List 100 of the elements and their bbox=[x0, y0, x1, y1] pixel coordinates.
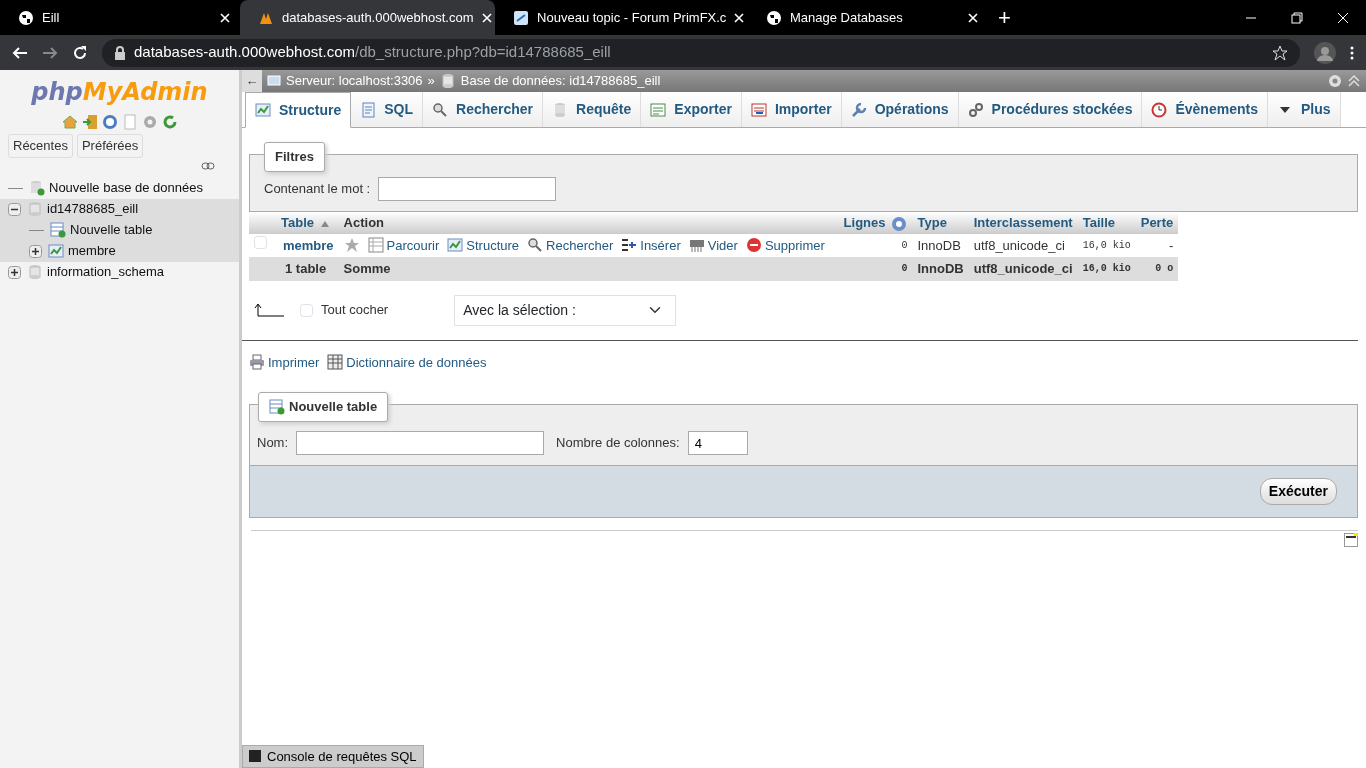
close-icon[interactable] bbox=[734, 12, 745, 23]
home-icon[interactable] bbox=[61, 114, 78, 130]
tab[interactable]: SQL bbox=[351, 92, 423, 127]
column-header[interactable]: Lignes bbox=[838, 212, 913, 234]
table-cell: 16,0 kio bbox=[1077, 257, 1136, 281]
insert-icon bbox=[621, 237, 638, 254]
table-cell: 0 bbox=[838, 233, 913, 257]
tab[interactable]: Structure bbox=[245, 92, 352, 128]
browser-tab[interactable]: Manage Databases bbox=[748, 0, 988, 35]
console-icon bbox=[249, 750, 261, 763]
restore-icon[interactable] bbox=[1289, 10, 1305, 26]
document-icon bbox=[360, 101, 377, 118]
tab[interactable]: Requête bbox=[543, 92, 642, 127]
link[interactable]: Imprimer bbox=[249, 352, 320, 372]
sidebar-button[interactable]: Préférées bbox=[76, 134, 144, 158]
input-field[interactable]: 4 bbox=[687, 431, 748, 455]
tab[interactable]: Exporter bbox=[641, 92, 742, 127]
breadcrumb-link[interactable]: Serveur: localhost:3306 bbox=[286, 71, 423, 91]
browser-tab[interactable]: Nouveau topic - Forum PrimFX.c bbox=[495, 0, 748, 35]
tree-item[interactable]: Nouvelle table bbox=[70, 220, 153, 240]
submit-button[interactable]: Exécuter bbox=[1259, 478, 1337, 505]
logo-text[interactable]: phpMyAdmin bbox=[31, 78, 208, 106]
column-header[interactable]: Type bbox=[912, 212, 969, 234]
input-field[interactable] bbox=[296, 431, 545, 455]
table-cell: InnoDB bbox=[912, 233, 969, 257]
tree-item[interactable]: information_schema bbox=[47, 262, 165, 282]
exit-icon[interactable] bbox=[81, 114, 98, 130]
close-icon[interactable] bbox=[1335, 10, 1351, 26]
favorite-star-icon[interactable] bbox=[343, 237, 360, 254]
tab[interactable]: Évènements bbox=[1142, 92, 1268, 127]
column-header[interactable]: Perte bbox=[1135, 212, 1179, 234]
chart-icon bbox=[48, 243, 64, 259]
tab[interactable]: Rechercher bbox=[423, 92, 544, 127]
table-name-link[interactable]: membre bbox=[283, 235, 334, 255]
browser-tab[interactable]: Eill bbox=[0, 0, 240, 35]
address-bar[interactable]: databases-auth.000webhost.com/db_structure.php?db=id14788685_eill bbox=[102, 38, 1300, 67]
new-tab-button[interactable]: + bbox=[988, 0, 1228, 35]
database-icon bbox=[27, 264, 43, 280]
checkbox[interactable] bbox=[300, 303, 313, 317]
tab[interactable]: Procédures stockées bbox=[958, 92, 1143, 127]
table-cell: 0 bbox=[838, 257, 913, 281]
column-header[interactable]: Interclassement bbox=[968, 212, 1078, 234]
avatar-icon[interactable] bbox=[1314, 41, 1336, 64]
action-link[interactable]: Structure bbox=[447, 235, 520, 255]
grid-icon bbox=[367, 237, 384, 254]
table-plus-icon bbox=[50, 222, 66, 238]
database-plus-icon bbox=[29, 180, 45, 196]
close-icon[interactable] bbox=[968, 12, 978, 23]
chart-icon bbox=[447, 237, 464, 254]
close-icon[interactable] bbox=[220, 12, 230, 23]
console-button[interactable]: Console de requêtes SQL bbox=[242, 744, 424, 768]
checkbox-label[interactable]: Tout cocher bbox=[321, 300, 389, 320]
column-header[interactable]: Table bbox=[249, 212, 339, 234]
back-button[interactable]: ← bbox=[242, 70, 262, 92]
row-checkbox[interactable] bbox=[254, 235, 267, 249]
tab[interactable]: Plus bbox=[1267, 92, 1341, 127]
action-link[interactable]: Parcourir bbox=[367, 235, 440, 255]
reload-icon[interactable] bbox=[72, 44, 88, 61]
gears-icon bbox=[967, 101, 984, 118]
sort-arrow-icon[interactable] bbox=[320, 219, 330, 228]
collapse-icon[interactable] bbox=[1348, 75, 1360, 87]
magnifier-icon bbox=[432, 101, 448, 118]
page-icon bbox=[513, 9, 530, 26]
close-icon[interactable] bbox=[481, 12, 492, 23]
import-icon bbox=[750, 101, 767, 118]
back-arrow-icon[interactable] bbox=[12, 44, 28, 61]
table-cell: 16,0 kio bbox=[1077, 233, 1136, 257]
link[interactable]: Dictionnaire de données bbox=[327, 352, 487, 372]
forward-arrow-icon[interactable] bbox=[42, 44, 58, 61]
magnifier-icon bbox=[527, 237, 544, 254]
action-link[interactable]: Vider bbox=[688, 235, 738, 255]
tab[interactable]: Opérations bbox=[841, 92, 959, 127]
breadcrumb-separator: » bbox=[427, 72, 435, 91]
field-label: Nombre de colonnes: bbox=[556, 434, 680, 453]
sidebar-button[interactable]: Récentes bbox=[8, 134, 73, 158]
corner-arrow-icon bbox=[254, 303, 284, 317]
page-settings-icon[interactable] bbox=[1344, 533, 1358, 547]
table-cell: 0 o bbox=[1135, 257, 1179, 281]
tab[interactable]: Importer bbox=[741, 92, 842, 127]
chart-icon bbox=[255, 102, 271, 118]
column-header[interactable]: Taille bbox=[1077, 212, 1136, 234]
collapse-toggle-icon[interactable] bbox=[8, 202, 21, 216]
globe-icon bbox=[18, 9, 34, 26]
printer-icon bbox=[249, 354, 265, 371]
action-link[interactable]: Rechercher bbox=[527, 235, 614, 255]
browser-tab[interactable]: databases-auth.000webhost.com bbox=[240, 0, 496, 35]
tree-item[interactable]: membre bbox=[68, 241, 116, 261]
menu-icon[interactable] bbox=[1350, 44, 1354, 61]
tree-item[interactable]: id14788685_eill bbox=[47, 199, 139, 219]
search-field[interactable] bbox=[378, 177, 557, 201]
star-icon[interactable] bbox=[1272, 44, 1288, 61]
table-cell: utf8_unicode_ci bbox=[968, 257, 1078, 281]
selection-dropdown[interactable]: Avec la sélection : bbox=[454, 294, 677, 326]
expand-toggle-icon[interactable] bbox=[29, 244, 42, 258]
link-icon[interactable] bbox=[201, 161, 215, 170]
action-link[interactable]: Insérer bbox=[621, 235, 681, 255]
tree-item[interactable]: Nouvelle base de données bbox=[49, 178, 203, 198]
action-link[interactable]: Supprimer bbox=[745, 235, 825, 255]
breadcrumb-link[interactable]: Base de données: id14788685_eill bbox=[460, 71, 661, 91]
expand-toggle-icon[interactable] bbox=[8, 265, 21, 279]
